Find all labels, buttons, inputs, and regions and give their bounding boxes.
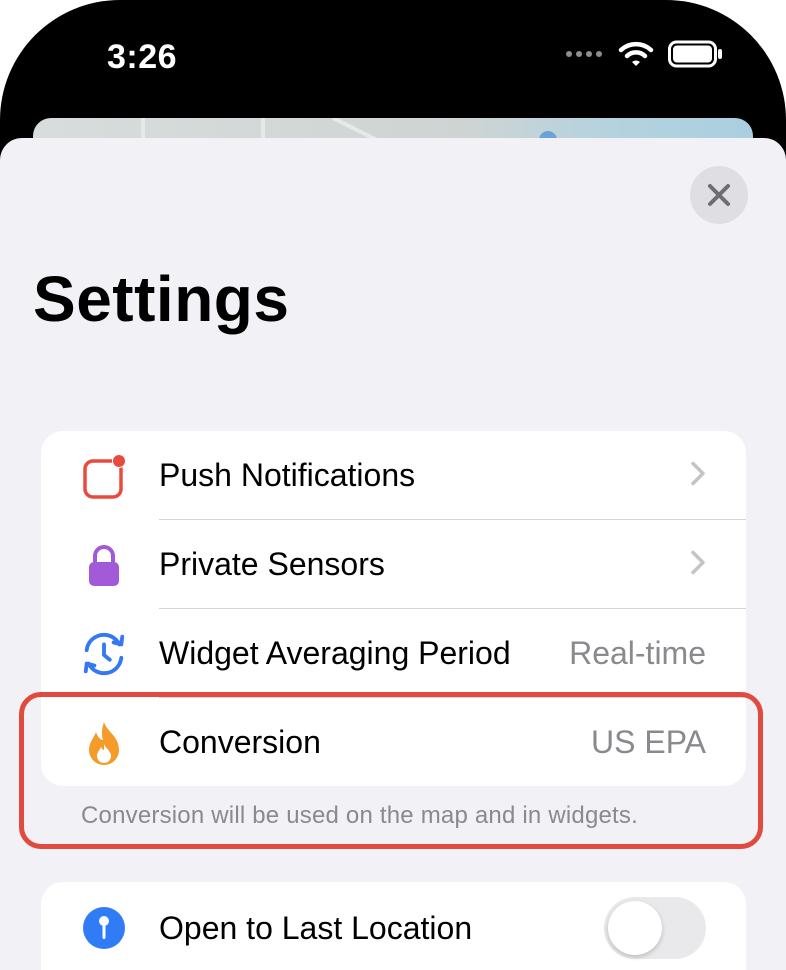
chevron-right-icon [690, 460, 706, 491]
row-label: Push Notifications [159, 457, 416, 493]
row-private-sensors[interactable]: Private Sensors [41, 520, 746, 609]
settings-group-location: Open to Last Location [41, 882, 746, 970]
toggle-knob [608, 901, 662, 955]
lock-icon [79, 540, 129, 590]
row-open-to-last-location[interactable]: Open to Last Location [41, 882, 746, 970]
row-label: Private Sensors [159, 546, 385, 582]
close-button[interactable] [690, 166, 748, 224]
battery-icon [668, 40, 722, 68]
page-title: Settings [33, 263, 290, 335]
highlight-box [19, 692, 763, 849]
last-location-toggle[interactable] [604, 897, 706, 959]
row-value: Real-time [569, 635, 706, 671]
row-label: Widget Averaging Period [159, 635, 511, 671]
clock-arrows-icon [79, 629, 129, 679]
wifi-icon [618, 41, 654, 66]
status-time: 3:26 [107, 38, 178, 76]
location-pin-icon [79, 903, 129, 953]
close-icon [708, 184, 730, 206]
status-indicators [564, 40, 724, 68]
row-push-notifications[interactable]: Push Notifications [41, 431, 746, 520]
row-label: Open to Last Location [159, 909, 473, 946]
row-widget-averaging-period[interactable]: Widget Averaging Period Real-time [41, 609, 746, 698]
notification-badge-icon [79, 451, 129, 501]
chevron-right-icon [690, 549, 706, 580]
signal-dots-icon [566, 51, 602, 57]
device-frame: 3:26 Settings Push Notifications Private… [0, 0, 786, 970]
